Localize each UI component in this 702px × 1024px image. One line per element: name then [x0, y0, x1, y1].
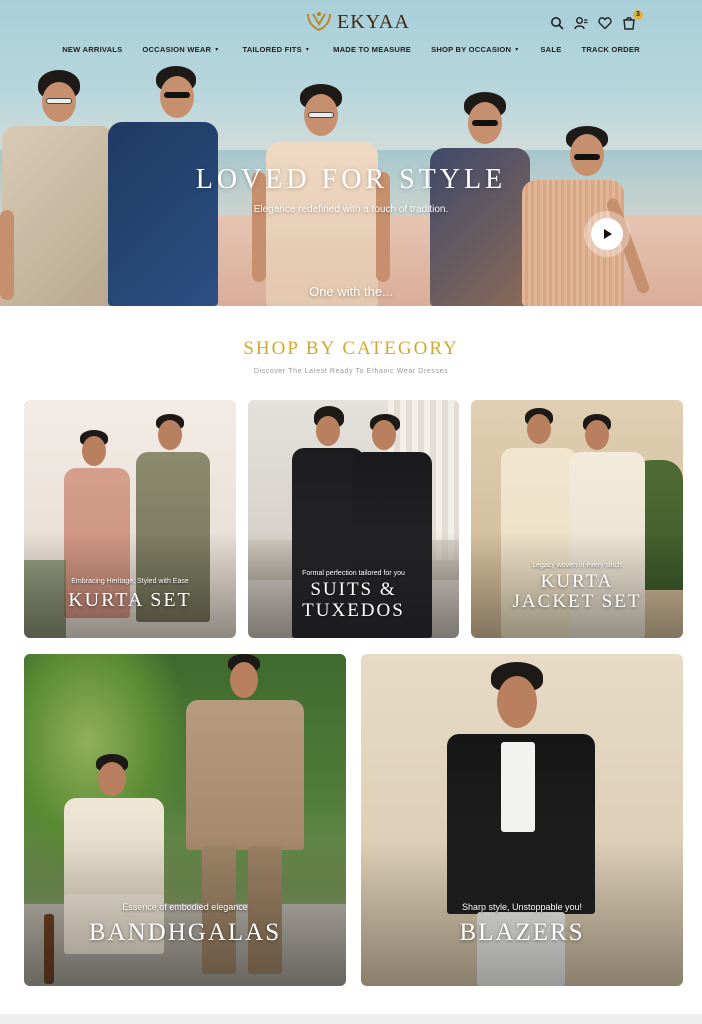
nav-label: SHOP BY OCCASION: [431, 45, 512, 54]
card-title: BLAZERS: [459, 919, 585, 946]
chevron-down-icon: ▾: [515, 47, 519, 53]
card-tagline: Formal perfection tailored for you: [302, 570, 405, 577]
nav-label: TAILORED FITS: [242, 45, 302, 54]
card-tagline: Embracing Heritage, Styled with Ease: [71, 578, 189, 585]
logo-mark-icon: [307, 12, 331, 32]
brand-name: EKYAA: [337, 10, 410, 33]
card-title-line2: JACKET SET: [512, 591, 642, 612]
card-title: KURTA SET: [68, 589, 192, 611]
nav-label: OCCASION WEAR: [142, 45, 212, 54]
nav-new-arrivals[interactable]: NEW ARRIVALS: [62, 45, 122, 54]
search-icon[interactable]: [550, 16, 564, 30]
nav-track-order[interactable]: TRACK ORDER: [581, 45, 639, 54]
category-card-blazers[interactable]: Sharp style, Unstoppable you! BLAZERS: [361, 654, 683, 986]
main-nav: NEW ARRIVALS OCCASION WEAR ▾ TAILORED FIT…: [0, 45, 702, 54]
nav-label: TRACK ORDER: [581, 45, 640, 54]
card-title-line1: KURTA: [540, 571, 614, 592]
hero-title: LOVED FOR STYLE: [195, 164, 507, 195]
category-card-bandhgalas[interactable]: Essence of embodied elegance BANDHGALAS: [24, 654, 346, 986]
heart-icon[interactable]: [598, 16, 612, 30]
section-subtitle: Discover The Latest Ready To Ethanic Wea…: [253, 368, 449, 375]
brand-logo[interactable]: EKYAA: [305, 10, 410, 34]
play-video-button[interactable]: [584, 211, 630, 257]
nav-label: NEW ARRIVALS: [62, 45, 123, 54]
chevron-down-icon: ▾: [305, 47, 310, 53]
footer-edge: [0, 1014, 702, 1024]
hero-caption: One with the...: [309, 284, 393, 299]
card-title-line1: SUITS &: [310, 579, 397, 600]
nav-made-to-measure[interactable]: MADE TO MEASURE: [333, 45, 411, 54]
section-title: SHOP BY CATEGORY: [243, 338, 459, 359]
card-tagline: Legacy woven in every stitch: [532, 562, 622, 569]
user-icon[interactable]: [574, 16, 588, 30]
nav-shop-by-occasion[interactable]: SHOP BY OCCASION ▾: [431, 45, 518, 54]
nav-label: MADE TO MEASURE: [333, 45, 412, 54]
category-card-kurta-set[interactable]: Embracing Heritage, Styled with Ease KUR…: [24, 400, 236, 638]
site-header: EKYAA 3 NEW ARRIVALS OCCASION WEAR ▾ TAIL…: [0, 0, 702, 64]
card-title: BANDHGALAS: [88, 919, 282, 946]
play-icon: [604, 229, 612, 239]
nav-tailored-fits[interactable]: TAILORED FITS ▾: [242, 45, 309, 54]
nav-sale[interactable]: SALE: [540, 45, 561, 54]
category-card-suits-tuxedos[interactable]: Formal perfection tailored for you SUITS…: [248, 400, 459, 638]
category-card-kurta-jacket-set[interactable]: Legacy woven in every stitch KURTA JACKE…: [471, 400, 683, 638]
chevron-down-icon: ▾: [215, 47, 219, 53]
nav-occasion-wear[interactable]: OCCASION WEAR ▾: [142, 45, 218, 54]
nav-label: SALE: [540, 45, 562, 54]
cart-button[interactable]: 3: [622, 10, 643, 30]
cart-count-badge: 3: [633, 10, 643, 20]
card-tagline: Essence of embodied elegance: [122, 902, 248, 912]
hero-model-4: [430, 92, 530, 306]
card-title-line2: TUXEDOS: [302, 600, 405, 621]
header-icons: 3: [550, 10, 643, 30]
card-tagline: Sharp style, Unstoppable you!: [461, 902, 583, 912]
